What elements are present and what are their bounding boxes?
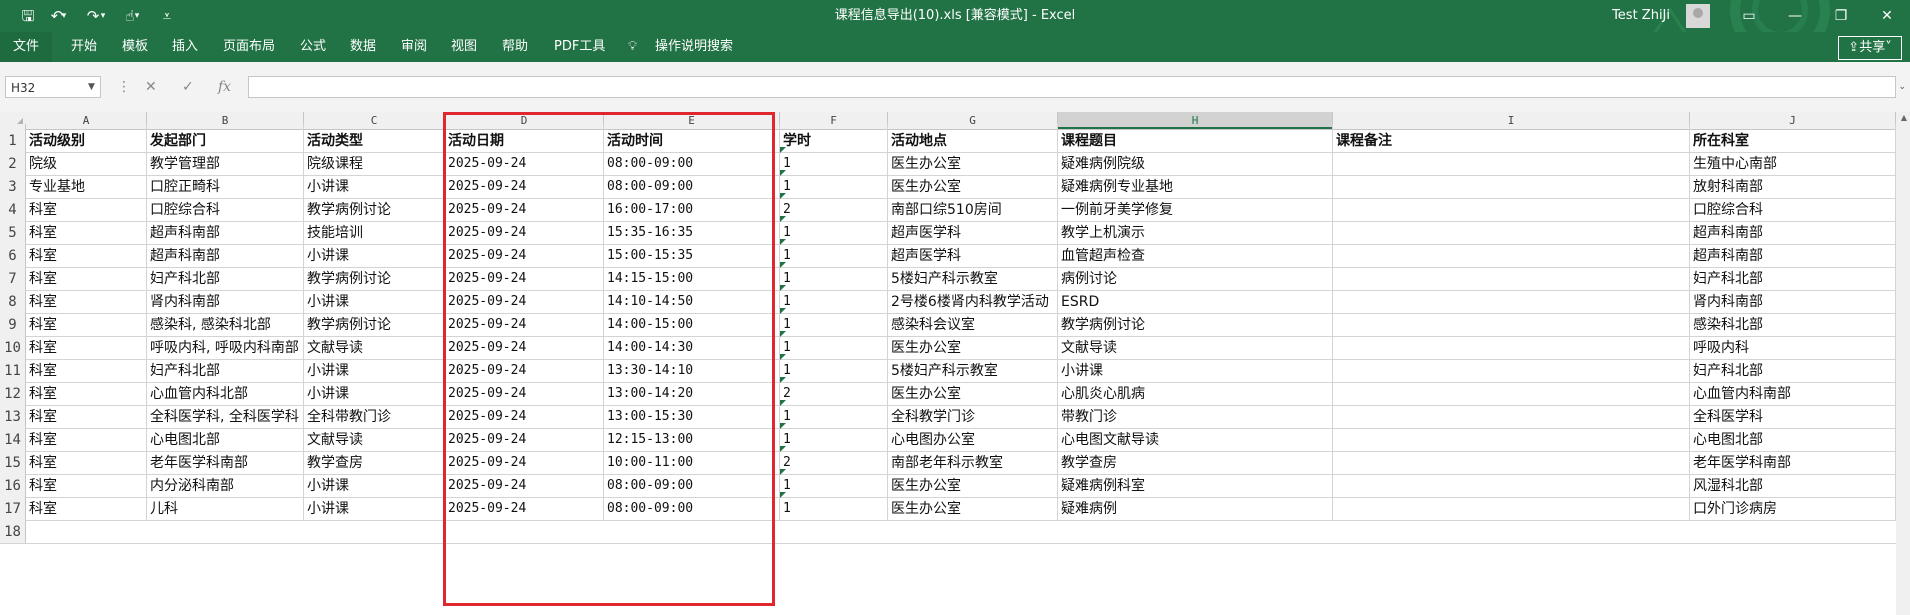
tab-review[interactable]: 审阅 <box>401 32 427 62</box>
chevron-down-icon: ˅ <box>1885 40 1892 55</box>
lightbulb-icon: 💡︎ <box>628 39 638 54</box>
restore-icon[interactable]: ❐ <box>1818 0 1864 32</box>
share-label: 共享 <box>1859 40 1886 55</box>
enter-icon[interactable]: ✓ <box>182 76 194 98</box>
formula-bar: H32 ▼ ⋮ ✕ ✓ fx ⌄ <box>0 62 1910 113</box>
more-options-icon: ⋮ <box>117 79 131 95</box>
tab-formulas[interactable]: 公式 <box>300 32 326 62</box>
tab-view[interactable]: 视图 <box>451 32 477 62</box>
name-box[interactable]: H32 <box>5 76 101 98</box>
tab-page-layout[interactable]: 页面布局 <box>223 32 275 62</box>
share-icon: ⇪ <box>1848 40 1860 55</box>
tab-file[interactable]: 文件 <box>0 32 52 62</box>
avatar[interactable] <box>1686 4 1710 28</box>
ribbon-tabs: 文件 开始 模板 插入 页面布局 公式 数据 审阅 视图 帮助 PDF工具 💡︎… <box>0 32 1910 62</box>
close-icon[interactable]: ✕ <box>1864 0 1910 32</box>
minimize-icon[interactable]: — <box>1772 0 1818 32</box>
vertical-scrollbar[interactable] <box>1896 112 1910 615</box>
tab-pdf-tools[interactable]: PDF工具 <box>554 32 605 62</box>
tell-me-search[interactable]: 操作说明搜索 <box>655 32 733 62</box>
title-bar: 🖫 ↶ ▾ ↷ ▾ ☝ ▾ ⩡ 课程信息导出(10).xls [兼容模式] - Excel T… <box>0 0 1910 60</box>
tab-home[interactable]: 开始 <box>71 32 97 62</box>
ribbon-display-options-icon[interactable]: ▭ <box>1726 0 1772 32</box>
spreadsheet-grid: ABCDEFGHIJ 1 活动级别 发起部门 活动类型 活动日期 活动时间 学时 活动地点 课程… <box>0 112 1910 615</box>
table-row: 18 <box>0 515 1910 544</box>
formula-input[interactable] <box>248 76 1896 98</box>
share-button[interactable]: ⇪共享˅ <box>1838 36 1902 60</box>
expand-formula-bar-icon[interactable]: ⌄ <box>1898 76 1906 98</box>
tab-data[interactable]: 数据 <box>350 32 376 62</box>
row-header[interactable]: 18 <box>0 515 26 543</box>
scroll-up-icon[interactable]: ▲ <box>1901 113 1907 122</box>
user-name[interactable]: Test ZhiJi <box>1612 0 1670 32</box>
name-box-dropdown-icon[interactable]: ▼ <box>88 76 95 98</box>
tab-help[interactable]: 帮助 <box>502 32 528 62</box>
cancel-icon[interactable]: ✕ <box>145 76 157 98</box>
insert-function-icon[interactable]: fx <box>218 76 231 98</box>
tab-insert[interactable]: 插入 <box>172 32 198 62</box>
tab-templates[interactable]: 模板 <box>122 32 148 62</box>
